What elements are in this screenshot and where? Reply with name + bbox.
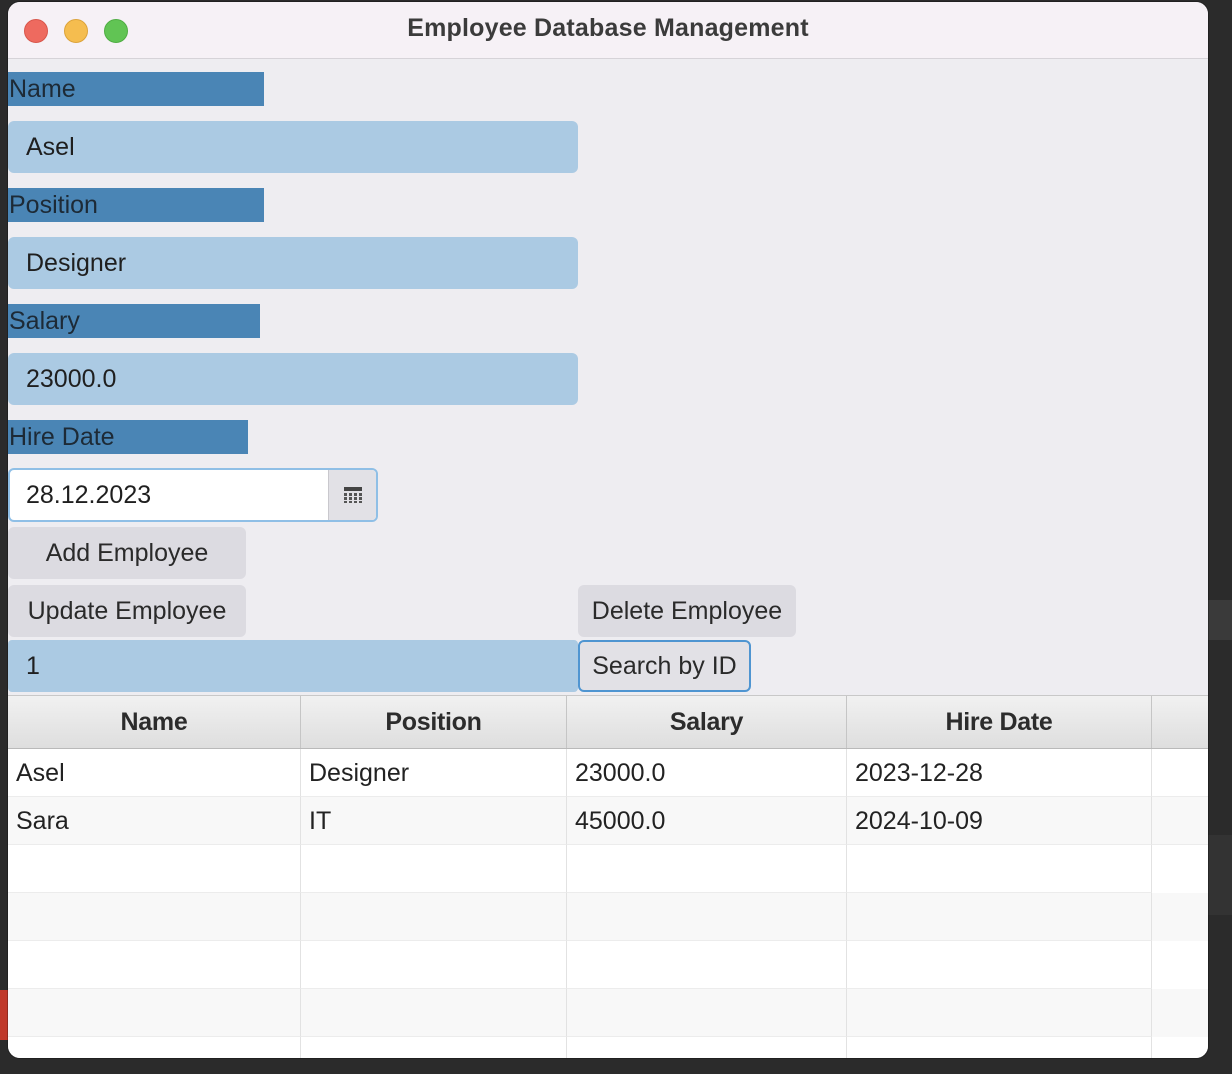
main-content: Name Asel Position Designer Salary 23000… (8, 59, 1208, 1058)
search-by-id-button[interactable]: Search by ID (578, 640, 751, 692)
hire-date-label: Hire Date (8, 420, 248, 454)
cell-position: IT (301, 797, 567, 845)
search-id-field[interactable]: 1 (8, 640, 578, 692)
empty-table-row (8, 893, 1208, 941)
cell-filler (1152, 749, 1208, 797)
app-window: Employee Database Management Name Asel P… (8, 2, 1208, 1058)
empty-table-row (8, 1037, 1208, 1058)
cell-hire-date: 2024-10-09 (847, 797, 1152, 845)
position-label: Position (8, 188, 264, 222)
empty-table-row (8, 845, 1208, 893)
cell-position: Designer (301, 749, 567, 797)
empty-table-row (8, 941, 1208, 989)
name-label: Name (8, 72, 264, 106)
cell-hire-date: 2023-12-28 (847, 749, 1152, 797)
column-header-filler (1152, 696, 1208, 748)
column-header-hire-date[interactable]: Hire Date (847, 696, 1152, 748)
window-title: Employee Database Management (407, 14, 809, 42)
cell-filler (1152, 797, 1208, 845)
column-header-salary[interactable]: Salary (567, 696, 847, 748)
hire-date-picker: 28.12.2023 (8, 468, 378, 522)
name-field[interactable]: Asel (8, 121, 578, 173)
position-field[interactable]: Designer (8, 237, 578, 289)
add-employee-button[interactable]: Add Employee (8, 527, 246, 579)
employee-table: Name Position Salary Hire Date Asel Desi… (8, 695, 1208, 1058)
date-picker-button[interactable] (328, 470, 376, 520)
column-header-position[interactable]: Position (301, 696, 567, 748)
table-row[interactable]: Sara IT 45000.0 2024-10-09 (8, 797, 1208, 845)
empty-table-row (8, 989, 1208, 1037)
title-bar: Employee Database Management (8, 2, 1208, 59)
cell-name: Asel (8, 749, 301, 797)
cell-salary: 23000.0 (567, 749, 847, 797)
hire-date-field[interactable]: 28.12.2023 (10, 470, 328, 520)
table-row[interactable]: Asel Designer 23000.0 2023-12-28 (8, 749, 1208, 797)
calendar-icon (344, 487, 362, 503)
cell-name: Sara (8, 797, 301, 845)
delete-employee-button[interactable]: Delete Employee (578, 585, 796, 637)
background-editor-mark (0, 990, 8, 1040)
salary-label: Salary (8, 304, 260, 338)
desktop: Employee Database Management Name Asel P… (0, 0, 1232, 1074)
cell-salary: 45000.0 (567, 797, 847, 845)
update-employee-button[interactable]: Update Employee (8, 585, 246, 637)
salary-field[interactable]: 23000.0 (8, 353, 578, 405)
table-header: Name Position Salary Hire Date (8, 696, 1208, 749)
column-header-name[interactable]: Name (8, 696, 301, 748)
